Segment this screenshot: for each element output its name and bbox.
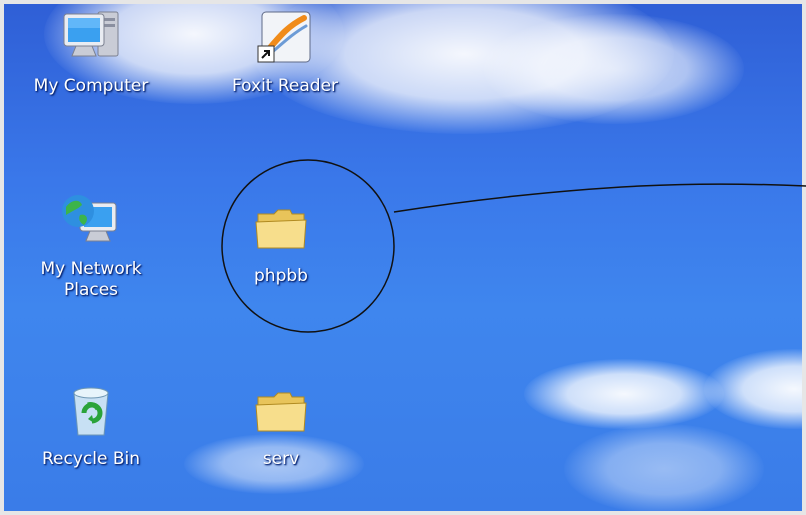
desktop-icon-my-network-places[interactable]: My Network Places: [16, 189, 166, 301]
foxit-reader-shortcut-icon: [257, 11, 311, 63]
desktop-icon-foxit-reader[interactable]: Foxit Reader: [210, 6, 360, 97]
desktop-icon-phpbb-folder[interactable]: phpbb: [206, 196, 356, 287]
desktop-background: My Computer Foxit Reader My Network Plac…: [4, 4, 802, 511]
desktop-icon-my-computer[interactable]: My Computer: [16, 6, 166, 97]
desktop-icon-label: Foxit Reader: [231, 76, 339, 96]
desktop-icon-label: My Computer: [33, 76, 149, 96]
desktop-icon-recycle-bin[interactable]: Recycle Bin: [16, 379, 166, 470]
desktop-icon-label: Recycle Bin: [41, 449, 140, 469]
desktop-icon-serv-folder[interactable]: serv: [206, 379, 356, 470]
desktop-icon-label: phpbb: [254, 266, 308, 286]
folder-icon: [255, 392, 307, 432]
computer-icon: [63, 11, 119, 57]
desktop-icon-label: serv: [262, 449, 300, 469]
network-places-icon: [62, 195, 117, 242]
desktop-icon-label: My Network Places: [40, 259, 142, 300]
recycle-bin-icon: [73, 387, 109, 436]
folder-icon: [255, 209, 307, 249]
